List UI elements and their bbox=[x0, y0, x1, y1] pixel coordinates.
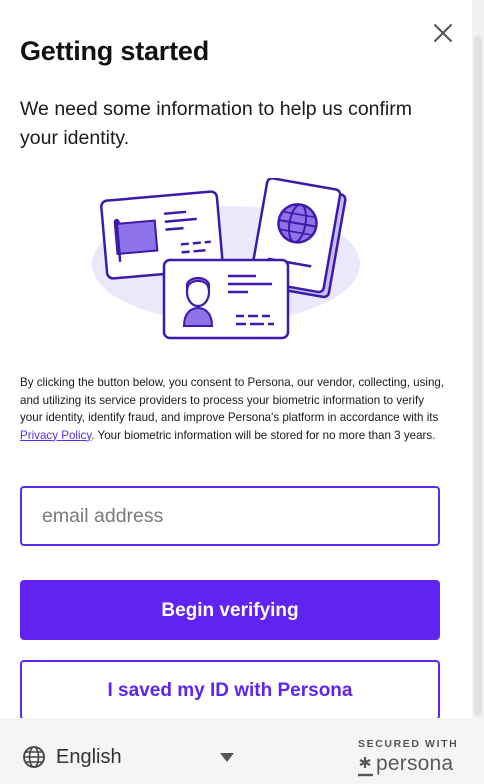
consent-text: By clicking the button below, you consen… bbox=[20, 374, 448, 444]
globe-icon bbox=[23, 746, 45, 768]
consent-text-before: By clicking the button below, you consen… bbox=[20, 376, 445, 424]
begin-verifying-button[interactable]: Begin verifying bbox=[20, 580, 440, 640]
page-subtitle: We need some information to help us conf… bbox=[20, 98, 412, 149]
email-field[interactable] bbox=[20, 486, 440, 546]
persona-wordmark: persona bbox=[376, 752, 454, 775]
language-label: English bbox=[56, 746, 122, 768]
consent-text-after: . Your biometric information will be sto… bbox=[91, 428, 436, 442]
secured-with-label: SECURED WITH bbox=[358, 738, 459, 750]
footer: English SECURED WITH persona bbox=[0, 718, 484, 784]
privacy-policy-link[interactable]: Privacy Policy bbox=[20, 429, 91, 442]
persona-logo: persona bbox=[358, 752, 468, 780]
language-select[interactable]: English bbox=[22, 744, 242, 772]
scrollbar-thumb[interactable] bbox=[474, 36, 482, 716]
close-icon[interactable] bbox=[430, 20, 456, 46]
page-title: Getting started bbox=[20, 36, 210, 66]
saved-id-button[interactable]: I saved my ID with Persona bbox=[20, 660, 440, 720]
persona-mark-icon bbox=[358, 757, 373, 777]
verification-page: Getting started We need some information… bbox=[0, 0, 484, 784]
id-card-front-icon bbox=[162, 258, 290, 340]
chevron-down-icon bbox=[220, 753, 234, 762]
id-documents-illustration bbox=[92, 178, 360, 340]
